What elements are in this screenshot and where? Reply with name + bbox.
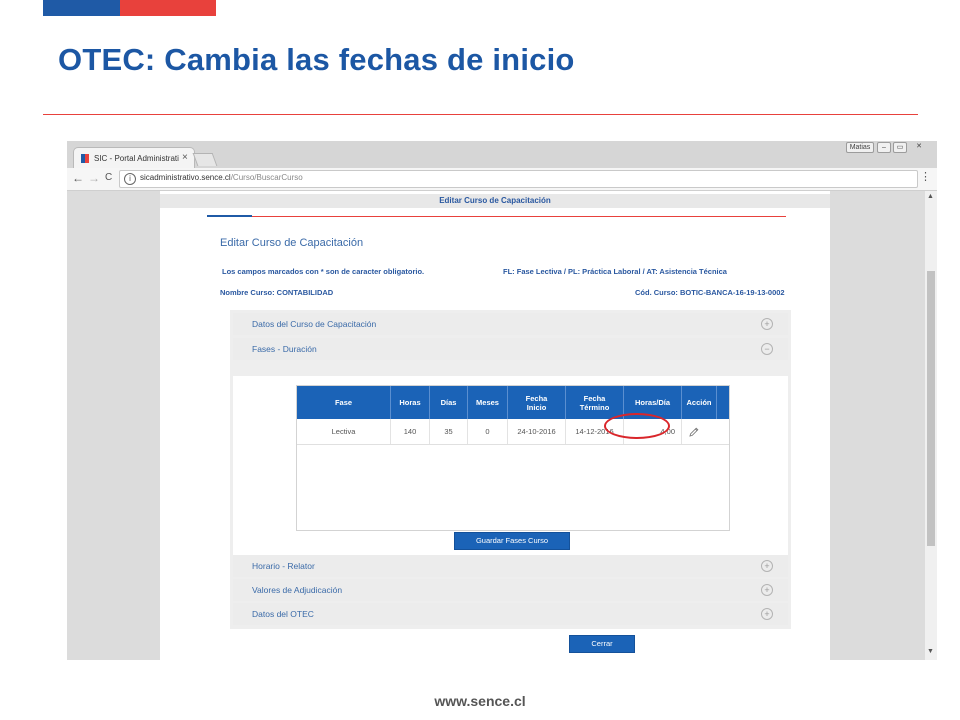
header-fecha-inicio: Fecha Inicio bbox=[508, 386, 566, 419]
section-datos-curso[interactable]: Datos del Curso de Capacitación + bbox=[233, 313, 788, 335]
section-label: Datos del Curso de Capacitación bbox=[252, 319, 377, 329]
scroll-thumb[interactable] bbox=[927, 271, 935, 546]
browser-menu-icon[interactable]: ⋮ bbox=[920, 170, 931, 183]
window-restore-button[interactable]: ▭ bbox=[893, 142, 907, 153]
plus-circle-icon[interactable]: + bbox=[761, 608, 773, 620]
header-fecha-termino: Fecha Término bbox=[566, 386, 624, 419]
tab-title: SIC - Portal Administrati bbox=[94, 154, 179, 163]
section-horario-relator[interactable]: Horario - Relator + bbox=[233, 555, 788, 577]
window-user-button[interactable]: Matias bbox=[846, 142, 874, 153]
header-dias: Días bbox=[430, 386, 468, 419]
pencil-icon[interactable] bbox=[688, 426, 700, 438]
cell-fase: Lectiva bbox=[297, 419, 391, 444]
plus-circle-icon[interactable]: + bbox=[761, 560, 773, 572]
save-phases-button[interactable]: Guardar Fases Curso bbox=[454, 532, 570, 550]
course-accordion: Datos del Curso de Capacitación + Fases … bbox=[230, 310, 791, 629]
section-valores-adjudicacion[interactable]: Valores de Adjudicación + bbox=[233, 579, 788, 601]
slide-title: OTEC: Cambia las fechas de inicio bbox=[58, 42, 575, 77]
tab-close-icon[interactable]: × bbox=[182, 152, 188, 163]
new-tab-button[interactable] bbox=[192, 153, 218, 166]
url-text: sicadministrativo.sence.cl/Curso/BuscarC… bbox=[140, 173, 303, 182]
minus-circle-icon[interactable]: − bbox=[761, 343, 773, 355]
section-fases-duracion[interactable]: Fases - Duración − bbox=[233, 338, 788, 360]
cell-dias: 35 bbox=[430, 419, 468, 444]
phases-table: Fase Horas Días Meses Fecha Inicio Fecha… bbox=[296, 385, 730, 531]
page-viewport: Editar Curso de Capacitación Editar Curs… bbox=[67, 191, 925, 660]
course-name: Nombre Curso: CONTABILIDAD bbox=[220, 288, 334, 297]
section-datos-otec[interactable]: Datos del OTEC + bbox=[233, 603, 788, 625]
section-label: Fases - Duración bbox=[252, 344, 317, 354]
header-fase: Fase bbox=[297, 386, 391, 419]
address-bar: ← → C i sicadministrativo.sence.cl/Curso… bbox=[67, 168, 937, 191]
scroll-down-icon[interactable]: ▼ bbox=[927, 648, 934, 655]
back-arrow-icon[interactable]: ← bbox=[72, 171, 84, 185]
table-header: Fase Horas Días Meses Fecha Inicio Fecha… bbox=[297, 386, 729, 419]
modal-page: Editar Curso de Capacitación Editar Curs… bbox=[160, 191, 830, 660]
browser-tab[interactable]: SIC - Portal Administrati × bbox=[73, 147, 195, 169]
reload-icon[interactable]: C bbox=[105, 172, 112, 183]
section-label: Valores de Adjudicación bbox=[252, 585, 343, 595]
course-code: Cód. Curso: BOTIC-BANCA-16-19-13-0002 bbox=[635, 288, 785, 297]
required-note: Los campos marcados con * son de caracte… bbox=[222, 267, 425, 276]
fases-panel: Fase Horas Días Meses Fecha Inicio Fecha… bbox=[233, 376, 788, 573]
window-minimize-button[interactable]: – bbox=[877, 142, 891, 153]
flag-blue-bar bbox=[43, 0, 120, 16]
plus-circle-icon[interactable]: + bbox=[761, 318, 773, 330]
favicon-icon bbox=[81, 154, 89, 163]
page-scrollbar[interactable]: ▲ ▼ bbox=[925, 191, 937, 660]
url-path: /Curso/BuscarCurso bbox=[230, 173, 303, 182]
browser-window: SIC - Portal Administrati × Matias – ▭ ✕… bbox=[67, 141, 937, 660]
flag-red-bar bbox=[120, 0, 216, 16]
section-label: Horario - Relator bbox=[252, 561, 315, 571]
section-label: Datos del OTEC bbox=[252, 609, 314, 619]
footer-url: www.sence.cl bbox=[434, 693, 526, 709]
header-meses: Meses bbox=[468, 386, 508, 419]
info-icon[interactable]: i bbox=[124, 173, 136, 185]
plus-circle-icon[interactable]: + bbox=[761, 584, 773, 596]
header-horas: Horas bbox=[391, 386, 430, 419]
window-close-button[interactable]: ✕ bbox=[910, 142, 928, 151]
phase-legend: FL: Fase Lectiva / PL: Práctica Laboral … bbox=[503, 267, 727, 276]
cell-fecha-inicio: 24-10-2016 bbox=[508, 419, 566, 444]
forward-arrow-icon[interactable]: → bbox=[88, 171, 100, 185]
cell-meses: 0 bbox=[468, 419, 508, 444]
accent-divider-blue bbox=[207, 215, 252, 217]
annotation-circle bbox=[604, 413, 670, 439]
header-accion: Acción bbox=[682, 386, 717, 419]
modal-header: Editar Curso de Capacitación bbox=[160, 194, 830, 208]
tab-bar: SIC - Portal Administrati × Matias – ▭ ✕ bbox=[67, 141, 937, 169]
title-divider bbox=[43, 114, 918, 115]
accent-divider bbox=[207, 216, 786, 217]
form-title: Editar Curso de Capacitación bbox=[220, 237, 364, 249]
url-input[interactable]: i sicadministrativo.sence.cl/Curso/Busca… bbox=[119, 170, 918, 188]
scroll-up-icon[interactable]: ▲ bbox=[927, 193, 934, 200]
close-button[interactable]: Cerrar bbox=[569, 635, 635, 653]
url-host: sicadministrativo.sence.cl bbox=[140, 173, 231, 182]
cell-horas: 140 bbox=[391, 419, 430, 444]
